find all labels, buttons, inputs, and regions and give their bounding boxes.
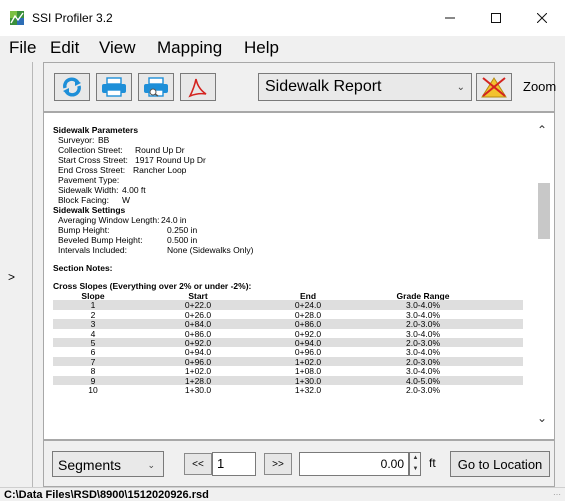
app-window: SSI Profiler 3.2 File Edit View Mapping … xyxy=(0,0,565,501)
param-row: Collection Street: Round Up Dr xyxy=(58,145,185,155)
chevron-down-icon: ⌄ xyxy=(147,460,155,470)
print-preview-button[interactable] xyxy=(138,73,174,101)
table-row: 9 1+28.0 1+30.0 4.0-5.0% xyxy=(53,375,523,386)
navigation-bar: Segments ⌄ << 1 >> 0.00 ▲ ▼ ft Go to Loc… xyxy=(43,440,555,487)
minimize-icon xyxy=(445,17,455,19)
scroll-thumb[interactable] xyxy=(538,183,550,239)
maximize-icon xyxy=(491,13,501,23)
segment-number-input[interactable]: 1 xyxy=(212,452,256,476)
refresh-icon xyxy=(63,77,81,97)
setting-row: Averaging Window Length: 24.0 in xyxy=(58,215,187,225)
close-button[interactable] xyxy=(519,0,565,36)
table-row: 7 0+96.0 1+02.0 2.0-3.0% xyxy=(53,356,523,367)
report-type-value: Sidewalk Report xyxy=(265,78,382,95)
table-row: 4 0+86.0 0+92.0 3.0-4.0% xyxy=(90,328,441,339)
param-row: Start Cross Street: 1917 Round Up Dr xyxy=(58,155,206,165)
setting-row: Bump Height: 0.250 in xyxy=(58,225,198,235)
refresh-button[interactable] xyxy=(54,73,90,101)
table-header-row: Slope Start End Grade Range xyxy=(81,291,450,301)
param-row: End Cross Street: Rancher Loop xyxy=(58,165,187,175)
report-scrollbar[interactable]: ⌃ ⌄ xyxy=(533,113,554,439)
cross-slopes-heading: Cross Slopes (Everything over 2% or unde… xyxy=(53,281,252,291)
table-row: 6 0+94.0 0+96.0 3.0-4.0% xyxy=(90,347,441,358)
spin-down-icon[interactable]: ▼ xyxy=(411,464,420,475)
pdf-icon xyxy=(188,78,207,98)
menu-help[interactable]: Help xyxy=(244,36,279,60)
param-row: Surveyor: BB xyxy=(58,135,110,145)
app-icon xyxy=(10,11,24,25)
maximize-button[interactable] xyxy=(473,0,519,36)
report-content: Sidewalk Parameters Surveyor: BB Collecti… xyxy=(53,125,523,395)
report-view[interactable]: Sidewalk Parameters Surveyor: BB Collecti… xyxy=(43,112,555,440)
location-unit: ft xyxy=(429,456,436,470)
printer-icon xyxy=(102,77,126,97)
param-row: Pavement Type: xyxy=(58,175,120,185)
table-row: 8 1+02.0 1+08.0 3.0-4.0% xyxy=(90,366,441,377)
spin-up-icon[interactable]: ▲ xyxy=(411,453,420,464)
report-settings-button[interactable] xyxy=(476,73,512,101)
menu-bar: File Edit View Mapping Help xyxy=(0,36,565,62)
collapsed-side-panel: > xyxy=(0,62,33,487)
segment-type-dropdown[interactable]: Segments ⌄ xyxy=(52,451,164,477)
param-row: Block Facing: W xyxy=(58,195,131,205)
print-preview-icon xyxy=(144,77,168,97)
table-row: 1 0+22.0 0+24.0 3.0-4.0% xyxy=(53,300,523,310)
report-type-dropdown[interactable]: Sidewalk Report ⌄ xyxy=(258,73,472,101)
table-row: 2 0+26.0 0+28.0 3.0-4.0% xyxy=(90,309,441,320)
param-row: Sidewalk Width: 4.00 ft xyxy=(58,185,146,195)
print-button[interactable] xyxy=(96,73,132,101)
menu-view[interactable]: View xyxy=(99,36,136,60)
next-segment-button[interactable]: >> xyxy=(264,453,292,475)
title-bar: SSI Profiler 3.2 xyxy=(0,0,565,36)
resize-grip-icon[interactable]: ⋯ xyxy=(553,490,561,499)
go-to-location-button[interactable]: Go to Location xyxy=(450,451,550,477)
draw-tools-icon xyxy=(481,77,507,98)
status-bar: C:\Data Files\RSD\8900\1512020926.rsd ⋯ xyxy=(0,487,565,501)
scroll-up-icon[interactable]: ⌃ xyxy=(537,123,547,137)
table-row: 5 0+92.0 0+94.0 2.0-3.0% xyxy=(53,337,523,348)
minimize-button[interactable] xyxy=(427,0,473,36)
cross-slopes-table: Slope Start End Grade Range 1 0+22.0 0+2… xyxy=(53,291,523,395)
export-pdf-button[interactable] xyxy=(180,73,216,101)
table-row: 3 0+84.0 0+86.0 2.0-3.0% xyxy=(53,319,523,329)
menu-edit[interactable]: Edit xyxy=(50,36,79,60)
location-spinner[interactable]: ▲ ▼ xyxy=(409,452,421,476)
sidewalk-settings-heading: Sidewalk Settings xyxy=(53,205,126,215)
expand-panel-icon[interactable]: > xyxy=(8,270,15,284)
sidewalk-parameters-heading: Sidewalk Parameters xyxy=(53,125,139,135)
table-row: 10 1+30.0 1+32.0 2.0-3.0% xyxy=(88,384,441,395)
previous-segment-button[interactable]: << xyxy=(184,453,212,475)
file-path: C:\Data Files\RSD\8900\1512020926.rsd xyxy=(4,489,209,501)
report-toolbar: Sidewalk Report ⌄ Zoom xyxy=(43,62,556,112)
setting-row: Intervals Included: None (Sidewalks Only) xyxy=(58,245,254,255)
chevron-down-icon: ⌄ xyxy=(456,82,465,93)
location-input[interactable]: 0.00 xyxy=(299,452,409,476)
close-icon xyxy=(537,13,547,23)
zoom-label[interactable]: Zoom xyxy=(523,79,556,94)
segment-type-value: Segments xyxy=(58,457,122,473)
setting-row: Beveled Bump Height: 0.500 in xyxy=(58,235,198,245)
menu-file[interactable]: File xyxy=(9,36,36,60)
scroll-down-icon[interactable]: ⌄ xyxy=(537,411,547,425)
window-title: SSI Profiler 3.2 xyxy=(32,11,113,25)
section-notes-heading: Section Notes: xyxy=(53,263,113,273)
menu-mapping[interactable]: Mapping xyxy=(157,36,222,60)
